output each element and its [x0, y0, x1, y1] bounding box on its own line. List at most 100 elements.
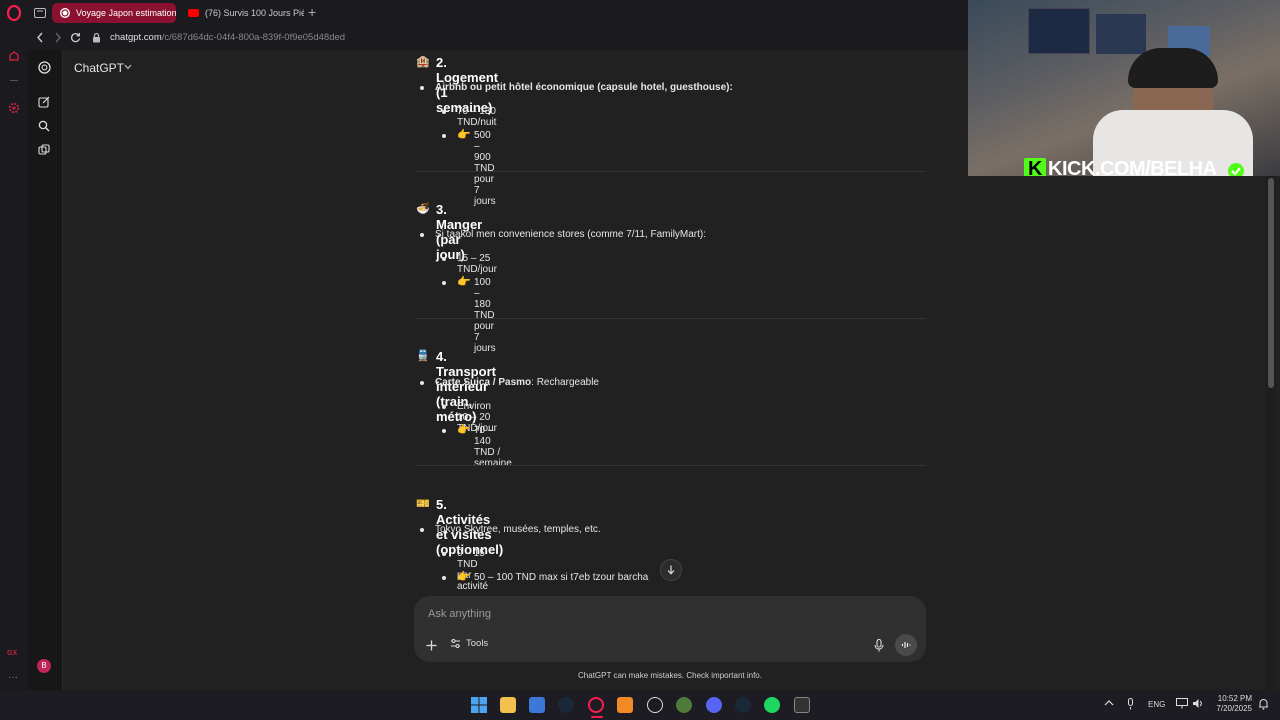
- clock[interactable]: 10:52 PM 7/20/2025: [1212, 694, 1252, 714]
- tab-label: Voyage Japon estimation: [76, 8, 176, 18]
- url-text[interactable]: chatgpt.com/c/687d64dc-04f4-800a-839f-0f…: [110, 32, 345, 43]
- youtube-favicon-icon: [188, 9, 199, 17]
- steam-2-icon[interactable]: [735, 697, 751, 713]
- kick-banner: K KICK.COM/BELHA: [1024, 158, 1217, 176]
- windows-start-icon[interactable]: [471, 697, 487, 713]
- discord-icon[interactable]: [706, 697, 722, 713]
- scroll-down-button[interactable]: [660, 559, 682, 581]
- section-divider: [416, 171, 926, 172]
- section-lead: Airbnb ou petit hôtel économique (capsul…: [435, 82, 733, 93]
- add-attachment-icon[interactable]: [426, 640, 437, 651]
- list-item: 50 – 100 TND max si t7eb tzour barcha: [474, 572, 649, 583]
- opera-logo-icon[interactable]: [6, 5, 22, 21]
- tools-sliders-icon: [451, 639, 460, 648]
- search-icon[interactable]: [38, 120, 50, 132]
- back-icon[interactable]: [36, 32, 44, 43]
- section-lead: Si taakol men convenience stores (comme …: [435, 229, 706, 240]
- sidebar-border: [62, 50, 63, 690]
- bullet-icon: [442, 257, 446, 261]
- tray-chevron-up-icon[interactable]: [1104, 699, 1114, 707]
- address-bar: chatgpt.com/c/687d64dc-04f4-800a-839f-0f…: [28, 26, 968, 50]
- bullet-icon: [442, 405, 446, 409]
- network-icon[interactable]: [1176, 698, 1188, 709]
- bullet-icon: [420, 86, 424, 90]
- reload-icon[interactable]: [70, 32, 81, 43]
- tools-button[interactable]: Tools: [450, 638, 488, 649]
- pointing-hand-icon: 👉: [457, 276, 471, 288]
- new-chat-icon[interactable]: [38, 96, 50, 108]
- tab-youtube-video[interactable]: (76) Survis 100 Jours Piè: [180, 3, 304, 23]
- url-path: /c/687d64dc-04f4-800a-839f-0f9e05d48ded: [161, 32, 346, 43]
- clock-date: 7/20/2025: [1216, 704, 1252, 713]
- lead-text: Tokyo Skytree, musées, temples, etc.: [435, 524, 601, 535]
- list-item: 100 – 180 TND pour 7 jours: [474, 277, 496, 354]
- chat-composer: Ask anything Tools: [414, 596, 926, 662]
- ticket-emoji-icon: 🎫: [416, 498, 430, 510]
- bullet-icon: [420, 381, 424, 385]
- message-input[interactable]: Ask anything: [428, 608, 491, 620]
- microphone-icon[interactable]: [874, 639, 884, 652]
- tools-label: Tools: [466, 638, 489, 649]
- bullet-icon: [442, 576, 446, 580]
- disclaimer-text: ChatGPT can make mistakes. Check importa…: [578, 671, 762, 680]
- chatgpt-app-icon[interactable]: [647, 697, 663, 713]
- library-icon[interactable]: [38, 144, 50, 156]
- volume-icon[interactable]: [1192, 698, 1204, 709]
- chatgpt-sidebar: B: [28, 50, 62, 690]
- arrow-down-icon: [667, 565, 675, 575]
- list-item: 70 – 130 TND/nuit: [457, 106, 497, 128]
- wall-poster: [1028, 8, 1090, 54]
- microsoft-store-icon[interactable]: [529, 697, 545, 713]
- steam-icon[interactable]: [558, 697, 574, 713]
- more-options-icon[interactable]: ···: [8, 672, 18, 683]
- scrollbar-thumb[interactable]: [1268, 178, 1274, 388]
- kick-logo-icon: K: [1024, 158, 1046, 176]
- language-indicator[interactable]: ENG: [1148, 700, 1165, 709]
- forward-icon[interactable]: [54, 32, 62, 43]
- url-domain: chatgpt.com: [110, 32, 162, 43]
- bullet-icon: [442, 134, 446, 138]
- epic-games-icon[interactable]: [794, 697, 810, 713]
- webcam-overlay: K KICK.COM/BELHA: [968, 0, 1280, 176]
- lead-bold: Carte Suica / Pasmo: [435, 377, 532, 388]
- bullet-icon: [442, 281, 446, 285]
- bullet-icon: [442, 552, 446, 556]
- spotify-icon[interactable]: [764, 697, 780, 713]
- tray-microphone-icon[interactable]: [1126, 698, 1135, 710]
- chevron-down-icon: [124, 64, 132, 70]
- pointing-hand-icon: 👉: [457, 129, 471, 141]
- new-tab-button[interactable]: +: [308, 5, 316, 19]
- opera-sidebar: GX ···: [0, 26, 28, 690]
- lead-bold: Airbnb ou petit hôtel économique (capsul…: [435, 82, 733, 93]
- settings-gear-icon[interactable]: [7, 101, 21, 115]
- bullet-icon: [420, 233, 424, 237]
- tab-voyage-japon[interactable]: Voyage Japon estimation: [52, 3, 176, 23]
- bullet-icon: [442, 429, 446, 433]
- headset-icon: [1128, 48, 1218, 88]
- section-lead: Tokyo Skytree, musées, temples, etc.: [435, 524, 601, 535]
- sidebar-divider: [10, 80, 18, 81]
- list-item: 15 – 25 TND/jour: [457, 253, 498, 275]
- windows-taskbar: [0, 690, 1280, 720]
- voice-mode-button[interactable]: [895, 634, 917, 656]
- hotel-emoji-icon: 🏨: [416, 56, 430, 68]
- chatgpt-favicon-icon: [60, 8, 70, 18]
- kick-url: KICK.COM/BELHA: [1048, 158, 1217, 176]
- xbox-icon[interactable]: [676, 697, 692, 713]
- active-app-indicator: [591, 716, 603, 718]
- vlc-icon[interactable]: [617, 697, 633, 713]
- list-item: 500 – 900 TND pour 7 jours: [474, 130, 496, 207]
- chatgpt-logo-icon[interactable]: [37, 60, 52, 75]
- opera-gx-icon[interactable]: [588, 697, 604, 713]
- clock-time: 10:52 PM: [1217, 694, 1252, 703]
- pointing-hand-icon: 👉: [457, 571, 471, 583]
- tab-menu-icon[interactable]: [34, 8, 46, 18]
- user-avatar[interactable]: B: [37, 659, 51, 673]
- notification-bell-icon[interactable]: [1258, 698, 1269, 710]
- opera-home-icon[interactable]: [8, 50, 20, 62]
- section-lead: Carte Suica / Pasmo: Rechargeable: [435, 377, 599, 388]
- lock-icon[interactable]: [92, 32, 101, 43]
- lead-text: : Rechargeable: [531, 377, 599, 388]
- file-explorer-icon[interactable]: [500, 697, 516, 713]
- model-selector[interactable]: ChatGPT: [74, 61, 132, 75]
